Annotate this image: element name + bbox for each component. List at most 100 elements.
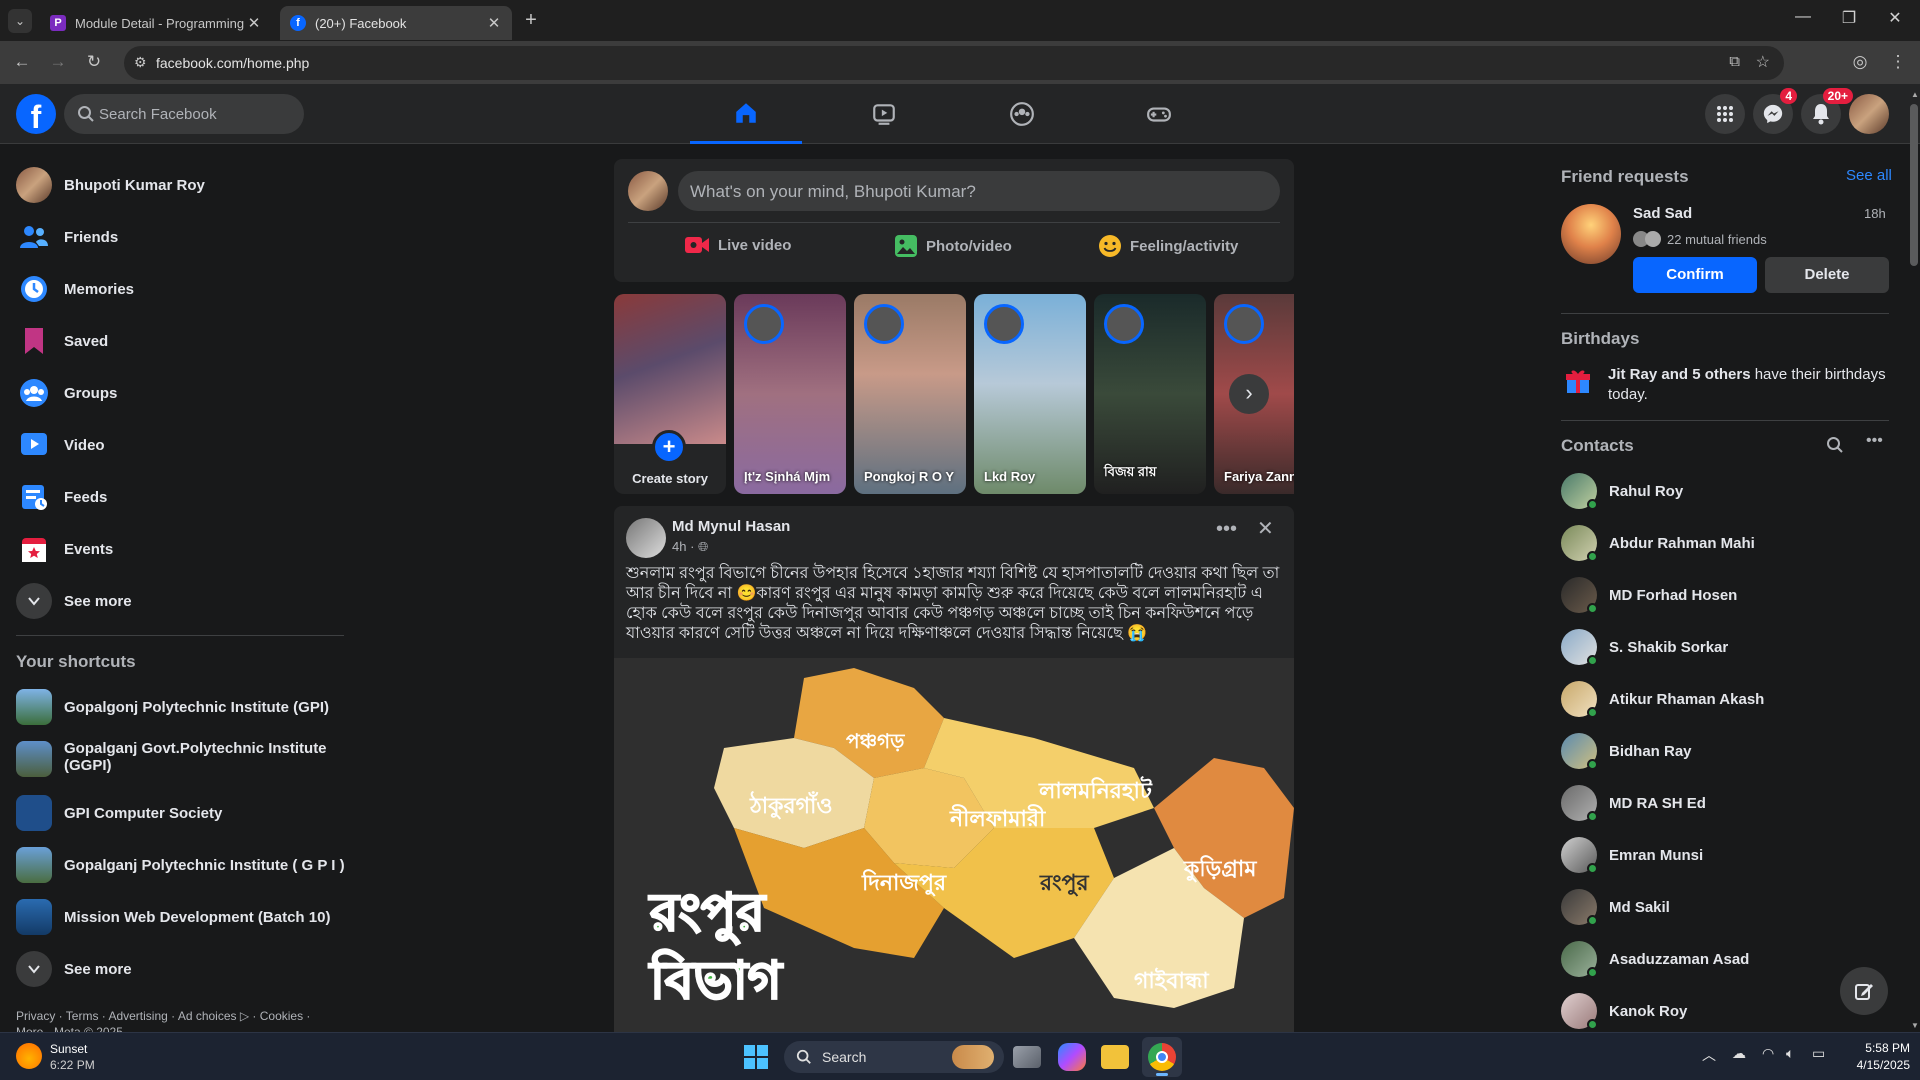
story-card[interactable]: Įt'z Sįnhá Mjm (734, 294, 846, 494)
address-bar[interactable]: ⚙ facebook.com/home.php ⧉ ☆ (124, 46, 1784, 80)
photo-video-button[interactable]: Photo/video (894, 234, 1012, 258)
stories-next-button[interactable]: › (1229, 374, 1269, 414)
messenger-button[interactable]: 4 (1753, 88, 1797, 134)
close-tab-icon[interactable]: ✕ (246, 14, 262, 32)
weather-sunset-icon[interactable] (16, 1043, 42, 1069)
shortcut-ggpi[interactable]: Gopalganj Govt.Polytechnic Institute (GG… (8, 735, 348, 785)
shortcut-mission-web-dev[interactable]: Mission Web Development (Batch 10) (8, 891, 348, 943)
delete-button[interactable]: Delete (1765, 257, 1889, 293)
see-more-button[interactable]: See more (8, 575, 348, 627)
menu-kebab-icon[interactable]: ⋮ (1886, 50, 1910, 74)
birthday-text[interactable]: Jit Ray and 5 others have their birthday… (1608, 365, 1898, 405)
shortcut-gpi-group[interactable]: Gopalganj Polytechnic Institute ( G P I … (8, 839, 348, 891)
contact-item[interactable]: Atikur Rhaman Akash (1553, 673, 1893, 725)
clock-date[interactable]: 4/15/2025 (1840, 1058, 1910, 1072)
contact-item[interactable]: Abdur Rahman Mahi (1553, 517, 1893, 569)
windows-start-icon[interactable] (744, 1045, 770, 1071)
story-card[interactable]: বিজয় রায় (1094, 294, 1206, 494)
composer-input[interactable]: What's on your mind, Bhupoti Kumar? (678, 171, 1280, 211)
show-hidden-icons[interactable]: ︿ (1702, 1045, 1716, 1065)
post-author-name[interactable]: Md Mynul Hasan (672, 518, 790, 535)
scroll-up-icon[interactable]: ▲ (1911, 90, 1919, 99)
volume-icon[interactable]: 🔈︎ (1786, 1045, 1794, 1062)
file-explorer-icon[interactable] (1101, 1045, 1129, 1069)
taskbar-search-box[interactable]: Search (784, 1041, 1004, 1073)
friend-request-name[interactable]: Sad Sad (1633, 205, 1692, 222)
nav-home-tab[interactable] (690, 84, 802, 144)
contact-item[interactable]: S. Shakib Sorkar (1553, 621, 1893, 673)
sidebar-item-profile[interactable]: Bhupoti Kumar Roy (8, 159, 348, 211)
feeling-activity-button[interactable]: Feeling/activity (1098, 234, 1238, 258)
search-input[interactable]: Search Facebook (64, 94, 304, 134)
footer-links[interactable]: Privacy · Terms · Advertising · Ad choic… (16, 1009, 310, 1023)
bookmark-star-icon[interactable]: ☆ (1756, 52, 1770, 72)
shortcuts-see-more-button[interactable]: See more (8, 943, 348, 995)
tab-search-button[interactable]: ⌄ (8, 9, 32, 33)
chrome-taskbar-button[interactable] (1142, 1037, 1182, 1077)
browser-tab-module[interactable]: P Module Detail - Programming ✕ (40, 6, 272, 40)
confirm-button[interactable]: Confirm (1633, 257, 1757, 293)
back-button[interactable]: ← (10, 50, 34, 74)
nav-groups-tab[interactable] (966, 84, 1078, 144)
post-author-avatar[interactable] (626, 518, 666, 558)
sidebar-item-memories[interactable]: Memories (8, 263, 348, 315)
friend-request-avatar[interactable] (1561, 204, 1621, 264)
shortcut-gpi[interactable]: Gopalgonj Polytechnic Institute (GPI) (8, 681, 348, 733)
minimize-button[interactable]: — (1780, 8, 1826, 26)
account-avatar[interactable] (1849, 94, 1889, 134)
copilot-icon[interactable] (1058, 1043, 1086, 1071)
close-tab-icon[interactable]: ✕ (486, 14, 502, 32)
new-message-button[interactable] (1840, 967, 1888, 1015)
sidebar-item-friends[interactable]: Friends (8, 211, 348, 263)
clock-time[interactable]: 5:58 PM (1840, 1041, 1910, 1055)
page-scrollbar[interactable]: ▲ ▼ (1908, 90, 1920, 1030)
contact-item[interactable]: Rahul Roy (1553, 465, 1893, 517)
see-more-label: See more (64, 960, 132, 978)
facebook-icon: f (290, 15, 306, 31)
scrollbar-thumb[interactable] (1910, 104, 1918, 266)
contact-item[interactable]: Md Sakil (1553, 881, 1893, 933)
facebook-logo[interactable]: f (16, 94, 56, 135)
sidebar-item-feeds[interactable]: Feeds (8, 471, 348, 523)
post-time[interactable]: 4h · (672, 539, 694, 554)
post-image-map[interactable]: পঞ্চগড় ঠাকুরগাঁও লালমনিরহাট নীলফামারী দ… (614, 658, 1294, 1046)
nav-gaming-tab[interactable] (1103, 84, 1215, 144)
sidebar-item-saved[interactable]: Saved (8, 315, 348, 367)
sidebar-item-events[interactable]: Events (8, 523, 348, 575)
scroll-down-icon[interactable]: ▼ (1911, 1021, 1919, 1030)
close-post-icon[interactable]: ✕ (1257, 516, 1274, 541)
contact-item[interactable]: MD RA SH Ed (1553, 777, 1893, 829)
story-card[interactable]: Lkd Roy (974, 294, 1086, 494)
contacts-options-icon[interactable]: ••• (1866, 432, 1883, 450)
close-window-button[interactable]: ✕ (1872, 8, 1918, 28)
new-tab-button[interactable]: + (520, 9, 542, 31)
profile-icon[interactable]: ◎ (1848, 50, 1872, 74)
sidebar-item-groups[interactable]: Groups (8, 367, 348, 419)
live-video-button[interactable]: Live video (684, 234, 791, 256)
contact-item[interactable]: Asaduzzaman Asad (1553, 933, 1893, 985)
see-all-link[interactable]: See all (1846, 167, 1892, 184)
contact-item[interactable]: Emran Munsi (1553, 829, 1893, 881)
post-options-icon[interactable]: ••• (1216, 518, 1237, 541)
install-app-icon[interactable]: ⧉ (1729, 53, 1740, 70)
task-view-icon[interactable] (1013, 1046, 1041, 1068)
browser-tab-facebook[interactable]: f (20+) Facebook ✕ (280, 6, 512, 40)
shortcut-gpi-computer-society[interactable]: GPI Computer Society (8, 787, 348, 839)
restore-button[interactable]: ❐ (1826, 8, 1872, 28)
site-info-icon[interactable]: ⚙ (134, 54, 147, 71)
onedrive-icon[interactable]: ☁ (1732, 1045, 1746, 1062)
reload-button[interactable]: ↻ (82, 50, 106, 74)
sidebar-item-video[interactable]: Video (8, 419, 348, 471)
story-card[interactable]: Pongkoj R O Y (854, 294, 966, 494)
contact-item[interactable]: Bidhan Ray (1553, 725, 1893, 777)
create-story-card[interactable]: + Create story (614, 294, 726, 494)
nav-video-tab[interactable] (828, 84, 940, 144)
forward-button[interactable]: → (46, 50, 70, 74)
weather-label[interactable]: Sunset (50, 1042, 87, 1056)
contacts-search-icon[interactable] (1826, 436, 1844, 459)
notifications-button[interactable]: 20+ (1801, 88, 1853, 134)
wifi-icon[interactable]: ◠ (1762, 1045, 1774, 1062)
contact-item[interactable]: MD Forhad Hosen (1553, 569, 1893, 621)
menu-button[interactable] (1705, 94, 1745, 134)
battery-icon[interactable]: ▭ (1812, 1045, 1825, 1062)
